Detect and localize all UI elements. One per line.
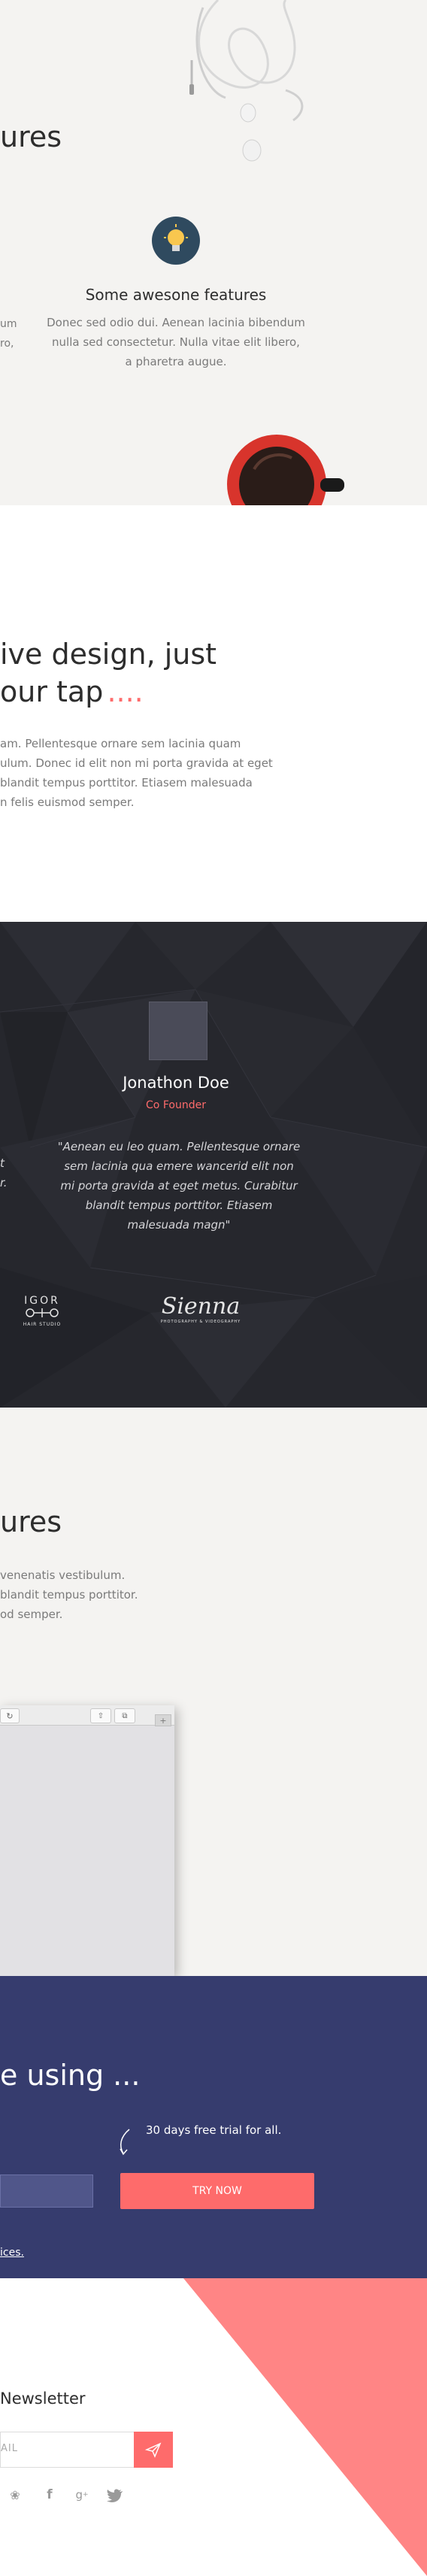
left-quote-fragment-2: r. [0,1176,8,1190]
tabs-icon[interactable]: ⧉ [114,1708,135,1723]
left-fragment-1: um [0,318,17,330]
feature-desc-line-3: a pharetra augue. [125,355,227,368]
reload-icon[interactable]: ↻ [0,1708,20,1723]
features-2-body-2: blandit tempus porttitor. [0,1588,138,1602]
testimonial-section: Jonathon Doe Co Founder "Aenean eu leo q… [0,922,427,1408]
igor-logo-subtitle: HAIR STUDIO [23,1322,62,1327]
heading-dots: .... [107,675,144,708]
intuitive-section: ive design, just our tap .... am. Pellen… [0,505,427,922]
intuitive-body-3: blandit tempus porttitor. Etiasem malesu… [0,776,253,789]
coffee-cup-image [227,435,344,505]
coral-triangle-decoration [183,2278,427,2576]
left-fragment-2: ro, [0,338,14,350]
testimonial-role: Co Founder [146,1099,206,1111]
quote-line-4: blandit tempus porttitor. Etiasem [85,1199,273,1212]
new-tab-icon[interactable]: + [155,1714,171,1726]
features-2-section: ures venenatis vestibulum. blandit tempu… [0,1408,427,1976]
left-quote-fragment-1: t [0,1156,5,1170]
features-2-body-3: od semper. [0,1608,63,1621]
bulb-icon [152,217,200,265]
twitter-icon[interactable] [107,2489,123,2502]
newsletter-section: Newsletter AIL ❀ f g + [0,2278,427,2576]
feature-desc-line-1: Donec sed odio dui. Aenean lacinia biben… [47,316,305,329]
intuitive-heading-line-1: ive design, just [0,638,217,671]
newsletter-email-input[interactable]: AIL [0,2432,134,2468]
features-heading: ures [0,120,62,153]
feature-title: Some awesone features [85,286,267,304]
trial-note: 30 days free trial for all. [146,2123,282,2137]
features-section: ures um ro, Some awesone features Donec … [0,0,427,505]
cta-section: e using ... 30 days free trial for all. … [0,1976,427,2278]
intuitive-heading-line-2-wrap: our tap .... [0,675,144,708]
email-placeholder: AIL [1,2443,18,2454]
sienna-logo: Sienna PHOTOGRAPHY & VIDEOGRAPHY [147,1293,254,1324]
signup-input[interactable] [0,2174,93,2208]
cta-heading: e using ... [0,2059,141,2092]
feature-desc-line-2: nulla sed consectetur. Nulla vitae elit … [52,335,300,349]
quote-line-1: "Aenean eu leo quam. Pellentesque ornare [57,1140,301,1153]
scissors-icon [26,1308,59,1317]
igor-logo-title: IGOR [24,1295,60,1307]
quote-line-5: malesuada magn" [127,1218,231,1232]
intuitive-heading-line-2: our tap [0,675,104,708]
intuitive-body-4: n felis euismod semper. [0,796,135,809]
dribbble-icon[interactable]: ❀ [8,2487,23,2502]
newsletter-submit-button[interactable] [134,2432,173,2468]
features-2-heading: ures [0,1505,62,1538]
services-link[interactable]: ices. [0,2247,24,2259]
features-2-body-1: venenatis vestibulum. [0,1568,126,1582]
earphones-image [189,0,304,162]
sienna-logo-title: Sienna [161,1293,241,1320]
curved-arrow-icon [120,2129,130,2156]
share-icon[interactable]: ⇧ [90,1708,111,1723]
avatar [149,1002,207,1060]
intuitive-body-1: am. Pellentesque ornare sem lacinia quam [0,737,241,750]
sienna-logo-subtitle: PHOTOGRAPHY & VIDEOGRAPHY [160,1320,241,1324]
intuitive-body-2: ulum. Donec id elit non mi porta gravida… [0,756,273,770]
quote-line-3: mi porta gravida at eget metus. Curabitu… [60,1179,298,1193]
browser-mockup: ↻ ⇧ ⧉ + [0,1705,174,1976]
testimonial-name: Jonathon Doe [123,1074,229,1092]
paper-plane-icon [145,2442,162,2458]
browser-toolbar: ↻ ⇧ ⧉ + [0,1705,174,1726]
google-plus-icon[interactable]: g + [72,2487,92,2502]
newsletter-title: Newsletter [0,2390,86,2408]
igor-logo: IGOR HAIR STUDIO [8,1295,77,1327]
testimonial-quote: "Aenean eu leo quam. Pellentesque ornare… [33,1137,325,1235]
quote-line-2: sem lacinia qua emere wancerid elit non [64,1159,294,1173]
try-now-button[interactable]: TRY NOW [120,2173,314,2209]
facebook-icon[interactable]: f [42,2487,57,2502]
